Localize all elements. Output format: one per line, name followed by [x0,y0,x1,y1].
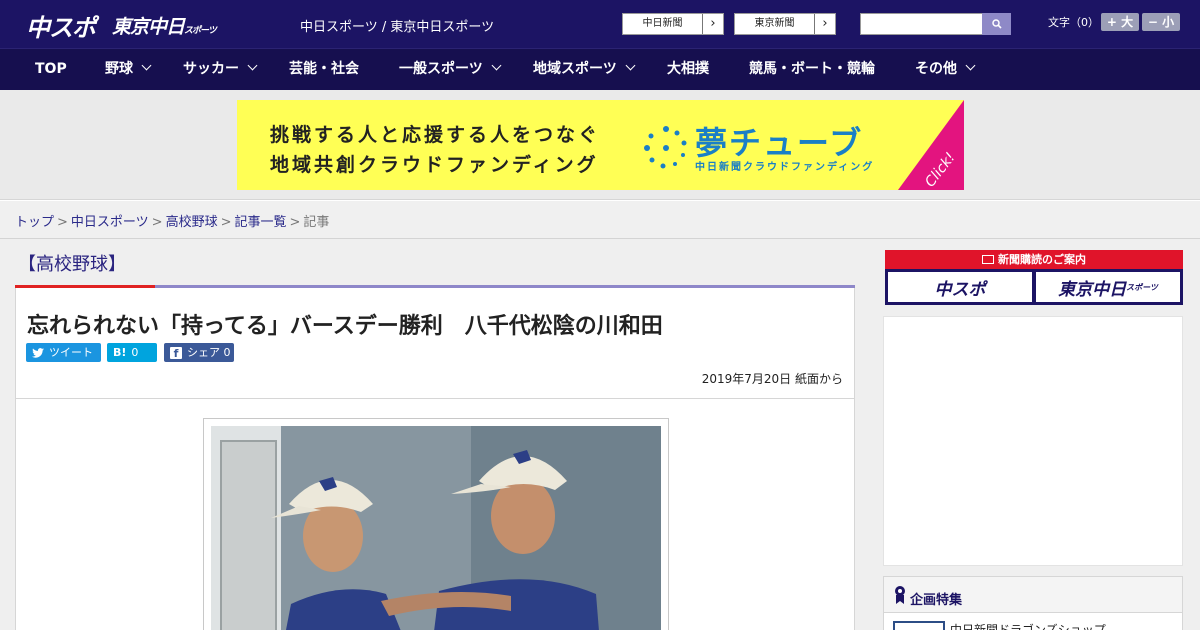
subscription-box: 新聞購読のご案内 中スポ 東京中日 スポーツ [885,250,1183,305]
chunichi-shimbun-link[interactable]: 中日新聞 › [622,13,724,35]
font-smaller-button[interactable]: − 小 [1142,13,1180,31]
nav-label: 競馬・ボート・競輪 [749,61,875,77]
subscription-title: 新聞購読のご案内 [998,253,1086,266]
tokyo-chunichi-small-label: スポーツ [1126,282,1158,292]
tweet-button[interactable]: ツイート [26,343,101,362]
breadcrumb-high-school-baseball[interactable]: 高校野球 [166,215,218,230]
nav-sumo[interactable]: 大相撲 [667,49,709,91]
feature-title: 企画特集 [910,593,963,608]
link-label: 東京新聞 [735,14,815,34]
dot-circle-icon [644,126,687,169]
ribbon-icon [895,586,905,604]
search-input[interactable] [860,13,983,35]
chevron-down-icon [141,60,152,71]
article-photo-frame [203,418,669,630]
site-title: 中日スポーツ / 東京中日スポーツ [300,20,495,35]
nav-label: 地域スポーツ [533,61,617,77]
tokyo-logo-small: スポーツ [184,26,217,36]
banner-line-1: 挑戦する人と応援する人をつなぐ [270,124,601,146]
article-photo [211,426,661,630]
breadcrumb-separator: > [220,215,232,230]
breadcrumb-separator: > [151,215,163,230]
nav-label: その他 [915,61,957,77]
subscribe-chuspo-button[interactable]: 中スポ [888,272,1032,302]
nav-top[interactable]: TOP [35,49,67,91]
article-headline: 忘れられない「持ってる」バースデー勝利 八千代松陰の川和田 [27,314,663,339]
article-date: 2019年7月20日 紙面から [701,372,843,386]
font-bigger-button[interactable]: + 大 [1101,13,1139,31]
article-card: 忘れられない「持ってる」バースデー勝利 八千代松陰の川和田 ツイート B! 0 … [15,288,855,630]
nav-racing[interactable]: 競馬・ボート・競輪 [749,49,875,91]
nav-general-sports[interactable]: 一般スポーツ [399,49,502,91]
breadcrumb-bar: トップ > 中日スポーツ > 高校野球 > 記事一覧 > 記事 [0,201,1200,239]
breadcrumb-current: 記事 [303,215,330,230]
nav-label: 野球 [105,61,133,77]
nav-label: 大相撲 [667,61,709,77]
feature-link[interactable]: 中日新聞ドラゴンズショップ [950,621,1106,630]
chevron-down-icon [247,60,258,71]
chevron-down-icon [491,60,502,71]
tokyo-shimbun-link[interactable]: 東京新聞 › [734,13,836,35]
nav-soccer[interactable]: サッカー [183,49,258,91]
hatena-count: 0 [131,346,139,359]
breadcrumb-separator: > [289,215,301,230]
breadcrumb-article-list[interactable]: 記事一覧 [235,215,287,230]
subscription-header: 新聞購読のご案内 [885,250,1183,269]
site-header: 中スポ 東京中日スポーツ 中日スポーツ / 東京中日スポーツ 中日新聞 › 東京… [0,0,1200,48]
subscribe-tokyo-chunichi-button[interactable]: 東京中日 スポーツ [1036,272,1180,302]
article-divider [16,398,854,399]
link-label: 中日新聞 [623,14,703,34]
facebook-icon: f [170,346,182,360]
breadcrumb-chunichi-sports[interactable]: 中日スポーツ [71,215,149,230]
banner-line-2: 地域共創クラウドファンディング [270,154,599,176]
banner-brand-sub: 中日新聞クラウドファンディング [695,162,875,173]
chevron-down-icon [625,60,636,71]
feature-header: 企画特集 [884,577,1182,613]
hatena-bookmark-button[interactable]: B! 0 [107,343,157,362]
tweet-label: ツイート [49,346,93,359]
search-icon [991,19,1002,29]
main-nav: TOP 野球 サッカー 芸能・社会 一般スポーツ 地域スポーツ 大相撲 競馬・ボ… [0,48,1200,90]
chevron-down-icon [965,60,976,71]
search-button[interactable] [982,13,1011,35]
facebook-label: シェア [187,346,220,359]
feature-thumbnail[interactable] [893,621,945,630]
nav-label: 芸能・社会 [289,61,359,77]
nav-label: TOP [35,61,67,77]
sidebar-ad-slot [883,316,1183,566]
article-category: 【高校野球】 [18,254,126,275]
banner-zone: 挑戦する人と応援する人をつなぐ 地域共創クラウドファンディング 夢チューブ 中日… [0,90,1200,200]
breadcrumb-separator: > [57,215,68,230]
nav-label: サッカー [183,61,239,77]
facebook-count: 0 [223,346,231,359]
chuspo-logo[interactable]: 中スポ [26,8,96,43]
newspaper-icon [982,255,994,264]
twitter-icon [32,347,44,358]
nav-entertainment[interactable]: 芸能・社会 [289,49,359,91]
tokyo-logo-text: 東京中日 [112,16,185,38]
feature-box: 企画特集 中日新聞ドラゴンズショップ [883,576,1183,630]
facebook-share-button[interactable]: f シェア 0 [164,343,234,362]
crowdfunding-banner[interactable]: 挑戦する人と応援する人をつなぐ 地域共創クラウドファンディング 夢チューブ 中日… [237,100,964,190]
breadcrumb-top[interactable]: トップ [15,215,54,230]
breadcrumb: トップ > 中日スポーツ > 高校野球 > 記事一覧 > 記事 [15,211,329,230]
nav-baseball[interactable]: 野球 [105,49,152,91]
tokyo-chunichi-label: 東京中日 [1058,279,1127,300]
hatena-icon: B! [113,346,127,359]
chevron-right-icon: › [710,16,716,31]
tokyo-chunichi-logo[interactable]: 東京中日スポーツ [112,12,217,39]
nav-label: 一般スポーツ [399,61,483,77]
nav-local-sports[interactable]: 地域スポーツ [533,49,636,91]
nav-other[interactable]: その他 [915,49,976,91]
chevron-right-icon: › [822,16,828,31]
font-size-label: 文字（0） [1048,16,1099,29]
